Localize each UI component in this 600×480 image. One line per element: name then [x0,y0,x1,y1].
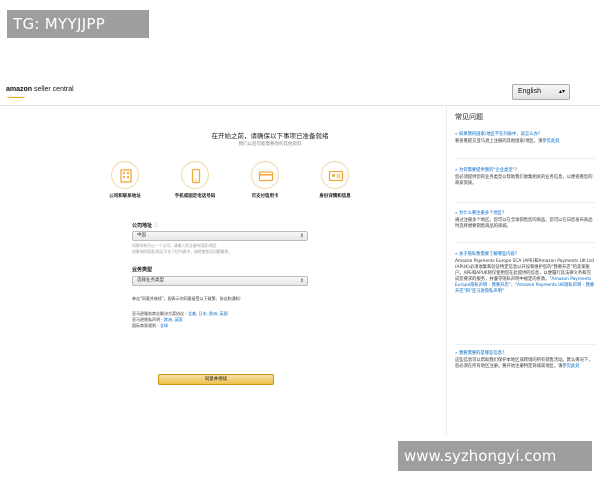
faq-panel: 常见问题 » 如果我的国家/地区不在列表中，该怎么办? 要查看提交亚马逊上注册的… [446,106,600,436]
country-select[interactable]: 中国 ⇕ [132,231,308,241]
faq-question[interactable]: » 如果我的国家/地区不在列表中，该怎么办? [455,132,595,138]
business-type-select[interactable]: 选择业务类型 ⇕ [132,276,308,286]
header: amazon seller central English ▴▾ [0,80,600,106]
divider [455,202,595,203]
language-value: English [518,88,541,95]
building-icon [111,161,139,189]
policy-bsa-prefix: 亚马逊服务商业解决方案协议 - [132,311,188,316]
faq-question[interactable]: » 为什么要注册多个地区? [455,211,595,217]
faq-title: 常见问题 [455,113,483,121]
divider [455,158,595,159]
logo-brand: amazon [6,86,33,93]
requirement-address: 公司和联系地址 [100,161,150,199]
logo-suffix: seller central [32,86,74,93]
faq-question[interactable]: » 为何需要提供我的"企业类型"? [455,168,595,174]
requirement-label: 公司和联系地址 [109,194,141,199]
faq-answer-text: 通过注册多个地区，您可以在全球销售您的商品。您可以在日后发布商品时选择想要销售商… [455,218,593,229]
policy-rules-links[interactable]: 全球 [160,323,168,328]
language-select[interactable]: English ▴▾ [512,84,570,100]
requirement-credit-card: 可支付信用卡 [240,161,290,199]
registration-form: 在开始之前，请确保以下事项已准备就绪 我们以后可能需要你的其他资料 公司和联系地… [100,106,440,396]
requirement-label: 可支付信用卡 [251,194,279,199]
requirement-label: 身份详情和信息 [319,194,351,199]
faq-answer-text: 您必须提供您的业务类型以帮助我们收集相关的业务信息，以便查看您的商家资质。 [455,175,593,186]
country-label: 公司地址 ⓘ [132,222,159,229]
page-subtitle: 我们以后可能需要你的其他资料 [238,142,302,147]
faq-question[interactable]: » 关于隐私我需要了解哪些内容? [455,252,595,258]
faq-answer-link[interactable]: 参见此处 [542,139,559,144]
policy-privacy-prefix: 亚马逊隐私声明 - [132,317,164,322]
faq-answer: 您必须提供您的业务类型以帮助我们收集相关的业务信息，以便查看您的商家资质。 [455,175,595,187]
chevron-up-down-icon: ⇕ [299,278,304,284]
country-label-text: 公司地址 [132,223,153,229]
faq-answer: 要查看提交亚马逊上注册的其他国家/地区，请参见此处 [455,139,595,145]
amazon-smile-icon [7,95,25,98]
faq-answer: 通过注册多个地区，您可以在全球销售您的商品。您可以在日后发布商品时选择想要销售商… [455,218,595,230]
chevron-up-down-icon: ⇕ [299,233,304,239]
chevron-up-down-icon: ▴▾ [558,89,565,95]
amazon-seller-central-logo[interactable]: amazon seller central [6,86,74,98]
divider [455,242,595,243]
faq-answer-link[interactable]: 参见此处 [562,364,579,369]
policy-rules-prefix: 国际商家规则 - [132,323,160,328]
business-type-label: 业务类型 [132,267,153,273]
agree-continue-button[interactable]: 同意并继续 [158,374,274,385]
requirement-label: 手机或固定电话号码 [174,194,216,199]
faq-answer-text: 要查看提交亚马逊上注册的其他国家/地区，请 [455,139,543,144]
phone-icon [181,161,209,189]
watermark-top: TG: MYYJJPP [7,10,149,38]
info-icon[interactable]: ⓘ [154,223,159,229]
watermark-bottom: www.syzhongyi.com [398,441,592,471]
id-card-icon [321,161,349,189]
requirement-id: 身份详情和信息 [310,161,360,199]
credit-card-icon [251,161,279,189]
faq-question[interactable]: » 我要需要的是哪些信息? [455,351,595,357]
country-hint-2: 如果你的国家/地区不在下拉列表中，请检查常见问题解答。 [132,249,232,254]
faq-answer: Amazon Payments Europe SCA (APE)和Amazon … [455,259,595,295]
policy-line-rules: 国际商家规则 - 全球 [132,323,312,329]
page-title: 在开始之前，请确保以下事项已准备就绪 [211,132,329,140]
policy-bsa-links[interactable]: 北美, 日本, 欧洲, 英国 [188,311,228,316]
requirement-phone: 手机或固定电话号码 [170,161,220,199]
country-value: 中国 [137,233,146,238]
faq-answer: 这些信息可以帮助我们保护本地区或跨境的所有销售活动。默认情况下，您必须在所有地区… [455,358,595,370]
divider [455,344,595,345]
business-type-value: 选择业务类型 [137,278,164,283]
agreement-intro: 单击"同意并继续"，即表示你同意接受以下政策、协议和通知: [132,296,242,301]
policy-privacy-links[interactable]: 欧洲, 英国 [164,317,183,322]
